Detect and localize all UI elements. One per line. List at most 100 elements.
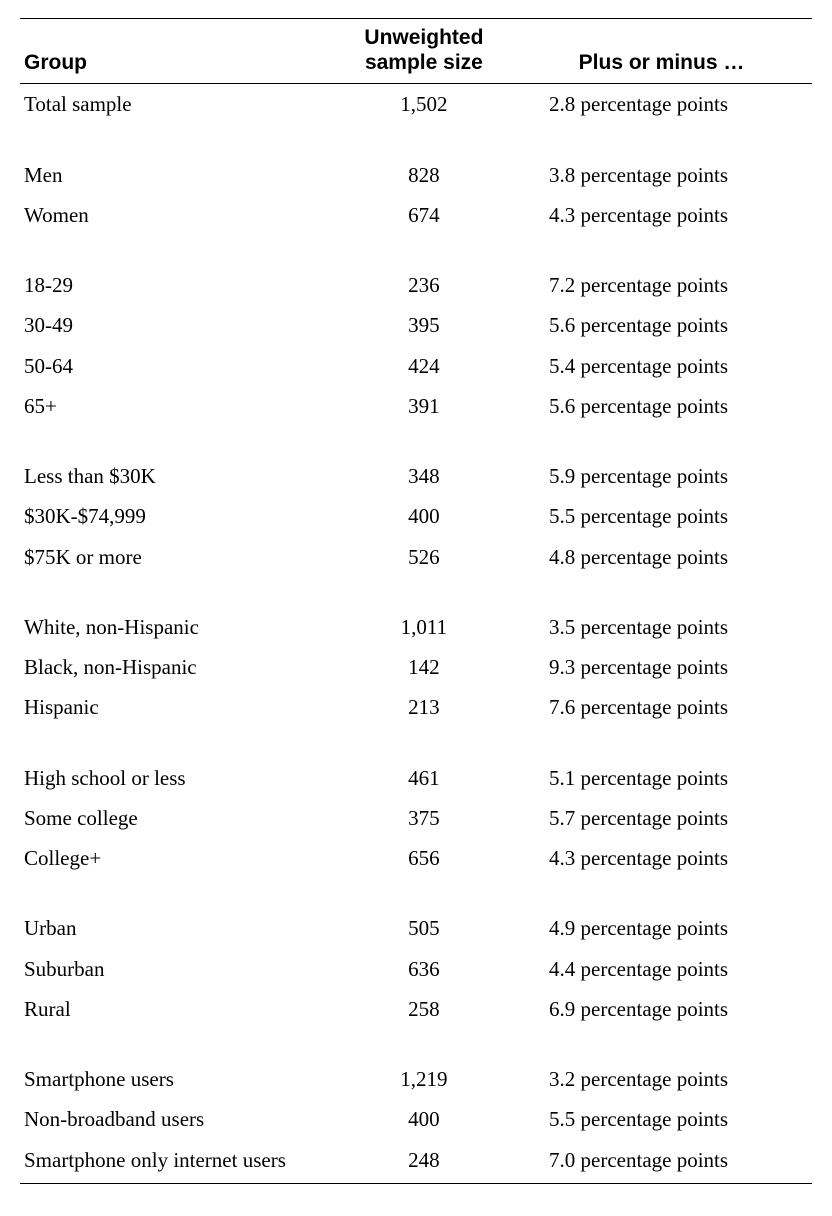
table-row: Women6744.3 percentage points <box>20 195 812 235</box>
group-label: Hispanic <box>20 687 337 727</box>
col-margin: Plus or minus … <box>511 19 812 84</box>
header-row: Group Unweighted sample size Plus or min… <box>20 19 812 84</box>
margin-of-error: 3.5 percentage points <box>511 607 812 647</box>
sample-size: 526 <box>337 537 511 577</box>
table-row: Total sample1,5022.8 percentage points <box>20 84 812 125</box>
group-label: Smartphone users <box>20 1059 337 1099</box>
table-row: High school or less4615.1 percentage poi… <box>20 758 812 798</box>
group-label: Black, non-Hispanic <box>20 647 337 687</box>
table-row: White, non-Hispanic1,0113.5 percentage p… <box>20 607 812 647</box>
group-label: Urban <box>20 908 337 948</box>
group-label: 65+ <box>20 386 337 426</box>
margin-of-error: 7.0 percentage points <box>511 1140 812 1184</box>
spacer-row <box>20 728 812 758</box>
spacer-row <box>20 577 812 607</box>
group-label: 18-29 <box>20 265 337 305</box>
group-label: $30K-$74,999 <box>20 496 337 536</box>
group-label: Smartphone only internet users <box>20 1140 337 1184</box>
group-label: Less than $30K <box>20 456 337 496</box>
table-row: Less than $30K3485.9 percentage points <box>20 456 812 496</box>
margin-of-error: 5.6 percentage points <box>511 386 812 426</box>
sample-size: 391 <box>337 386 511 426</box>
group-label: Non-broadband users <box>20 1099 337 1139</box>
spacer-row <box>20 426 812 456</box>
margin-of-error: 4.3 percentage points <box>511 838 812 878</box>
group-label: College+ <box>20 838 337 878</box>
spacer-row <box>20 235 812 265</box>
sample-size: 248 <box>337 1140 511 1184</box>
margin-of-error: 3.2 percentage points <box>511 1059 812 1099</box>
sample-size: 375 <box>337 798 511 838</box>
table-row: Some college3755.7 percentage points <box>20 798 812 838</box>
sample-size: 505 <box>337 908 511 948</box>
margin-of-error: 5.4 percentage points <box>511 346 812 386</box>
margin-of-error: 4.3 percentage points <box>511 195 812 235</box>
spacer-row <box>20 125 812 155</box>
sample-size: 1,219 <box>337 1059 511 1099</box>
margin-of-error: 7.2 percentage points <box>511 265 812 305</box>
margin-of-error: 5.5 percentage points <box>511 496 812 536</box>
spacer-row <box>20 878 812 908</box>
table-row: Urban5054.9 percentage points <box>20 908 812 948</box>
margin-of-error: 2.8 percentage points <box>511 84 812 125</box>
sample-size: 1,011 <box>337 607 511 647</box>
table-row: Black, non-Hispanic1429.3 percentage poi… <box>20 647 812 687</box>
group-label: Total sample <box>20 84 337 125</box>
margin-of-error: 5.6 percentage points <box>511 305 812 345</box>
margin-of-error: 3.8 percentage points <box>511 155 812 195</box>
sample-size: 424 <box>337 346 511 386</box>
group-label: 30-49 <box>20 305 337 345</box>
sample-size: 674 <box>337 195 511 235</box>
sample-size: 656 <box>337 838 511 878</box>
table-row: 50-644245.4 percentage points <box>20 346 812 386</box>
group-label: $75K or more <box>20 537 337 577</box>
group-label: 50-64 <box>20 346 337 386</box>
margin-of-error: 9.3 percentage points <box>511 647 812 687</box>
sample-size-table: Group Unweighted sample size Plus or min… <box>20 18 812 1184</box>
margin-of-error: 4.8 percentage points <box>511 537 812 577</box>
margin-of-error: 5.1 percentage points <box>511 758 812 798</box>
sample-size: 400 <box>337 1099 511 1139</box>
table-row: $30K-$74,9994005.5 percentage points <box>20 496 812 536</box>
sample-size: 395 <box>337 305 511 345</box>
margin-of-error: 4.9 percentage points <box>511 908 812 948</box>
group-label: Rural <box>20 989 337 1029</box>
sample-size: 828 <box>337 155 511 195</box>
sample-size: 400 <box>337 496 511 536</box>
table-row: 18-292367.2 percentage points <box>20 265 812 305</box>
table-row: Suburban6364.4 percentage points <box>20 949 812 989</box>
sample-size: 348 <box>337 456 511 496</box>
group-label: White, non-Hispanic <box>20 607 337 647</box>
table-row: $75K or more5264.8 percentage points <box>20 537 812 577</box>
table-row: Smartphone only internet users2487.0 per… <box>20 1140 812 1184</box>
sample-size: 142 <box>337 647 511 687</box>
table-row: Men8283.8 percentage points <box>20 155 812 195</box>
spacer-row <box>20 1029 812 1059</box>
table-row: 30-493955.6 percentage points <box>20 305 812 345</box>
table-row: Hispanic2137.6 percentage points <box>20 687 812 727</box>
group-label: High school or less <box>20 758 337 798</box>
table-row: Rural2586.9 percentage points <box>20 989 812 1029</box>
group-label: Some college <box>20 798 337 838</box>
table-row: 65+3915.6 percentage points <box>20 386 812 426</box>
margin-of-error: 4.4 percentage points <box>511 949 812 989</box>
sample-size: 258 <box>337 989 511 1029</box>
sample-size: 636 <box>337 949 511 989</box>
group-label: Women <box>20 195 337 235</box>
group-label: Men <box>20 155 337 195</box>
margin-of-error: 5.7 percentage points <box>511 798 812 838</box>
margin-of-error: 5.9 percentage points <box>511 456 812 496</box>
group-label: Suburban <box>20 949 337 989</box>
table-row: Non-broadband users4005.5 percentage poi… <box>20 1099 812 1139</box>
margin-of-error: 7.6 percentage points <box>511 687 812 727</box>
sample-size: 213 <box>337 687 511 727</box>
sample-size: 1,502 <box>337 84 511 125</box>
table-row: Smartphone users1,2193.2 percentage poin… <box>20 1059 812 1099</box>
margin-of-error: 6.9 percentage points <box>511 989 812 1029</box>
sample-size: 236 <box>337 265 511 305</box>
table-row: College+6564.3 percentage points <box>20 838 812 878</box>
sample-size: 461 <box>337 758 511 798</box>
col-size: Unweighted sample size <box>337 19 511 84</box>
margin-of-error: 5.5 percentage points <box>511 1099 812 1139</box>
col-group: Group <box>20 19 337 84</box>
